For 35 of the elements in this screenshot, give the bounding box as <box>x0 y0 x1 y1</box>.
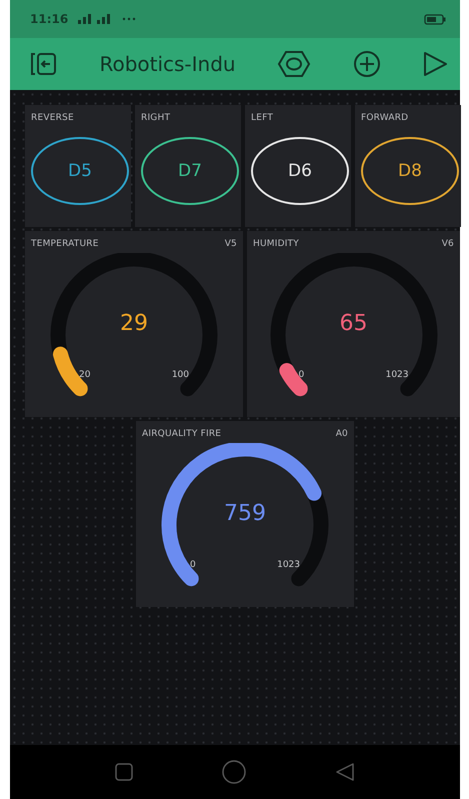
gauge-label: TEMPERATURE <box>31 239 99 249</box>
pin-button[interactable]: D8 <box>361 137 459 205</box>
gauge-label: AIRQUALITY FIRE <box>142 429 222 439</box>
recents-icon[interactable] <box>114 762 134 782</box>
button-label: LEFT <box>251 113 274 123</box>
add-icon[interactable] <box>352 50 381 78</box>
gauge-value: 29 <box>120 311 148 336</box>
pin-label: A0 <box>336 429 348 439</box>
gauge-max: 1023 <box>386 370 408 380</box>
button-label: FORWARD <box>361 113 410 123</box>
project-title: Robotics-Indu <box>99 52 236 76</box>
battery-icon <box>424 14 446 24</box>
gauge-min: 20 <box>79 370 90 380</box>
gauge-min: 0 <box>190 560 196 570</box>
gauge-value: 759 <box>224 501 266 526</box>
pin-button[interactable]: D7 <box>141 137 239 205</box>
gauge-min: 0 <box>298 370 304 380</box>
settings-icon[interactable] <box>277 50 312 78</box>
pin-label: V5 <box>224 239 237 249</box>
status-time: 11:16 <box>30 12 68 26</box>
pin-button[interactable]: D6 <box>251 137 349 205</box>
signal-icon <box>78 14 112 24</box>
gauge-max: 100 <box>172 370 189 380</box>
gauge-value: 65 <box>340 311 368 336</box>
pin-button[interactable]: D5 <box>31 137 129 205</box>
play-icon[interactable] <box>422 50 448 78</box>
home-icon[interactable] <box>220 759 247 785</box>
pin-label: V6 <box>442 239 454 249</box>
button-label: RIGHT <box>141 113 172 123</box>
exit-icon[interactable] <box>30 51 58 77</box>
gauge-label: HUMIDITY <box>253 239 299 249</box>
gauge-max: 1023 <box>277 560 300 570</box>
button-label: REVERSE <box>31 113 75 123</box>
more-icon <box>122 17 136 21</box>
back-icon[interactable] <box>334 761 356 783</box>
